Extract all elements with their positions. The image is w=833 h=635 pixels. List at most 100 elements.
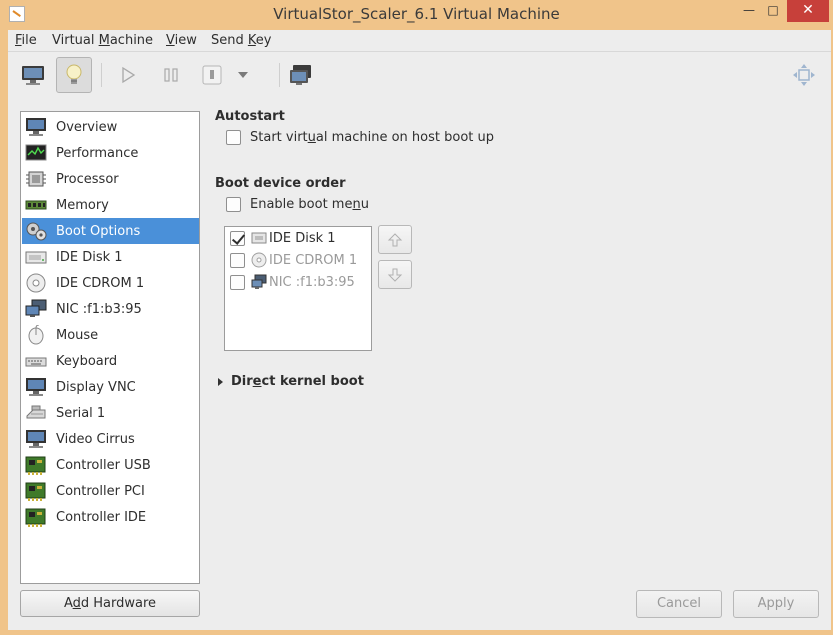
boot-device-row[interactable]: IDE CDROM 1 — [230, 250, 357, 270]
boot-device-checkbox[interactable] — [230, 230, 245, 246]
arrow-down-icon — [387, 268, 403, 282]
sidebar-item-processor[interactable]: Processor — [22, 166, 199, 192]
boot-order-title: Boot device order — [215, 176, 346, 191]
direct-kernel-boot-expander[interactable]: Direct kernel boot — [218, 374, 364, 389]
hardware-list[interactable]: Overview Performance Processor Memory Boot O… — [20, 111, 200, 584]
sidebar-item-nic-f1-b3-95[interactable]: NIC :f1:b3:95 — [22, 296, 199, 322]
boot-device-row[interactable]: NIC :f1:b3:95 — [230, 272, 355, 292]
network-icon — [251, 274, 267, 289]
run-button[interactable] — [110, 57, 146, 93]
monitor-icon — [22, 66, 44, 85]
sidebar-item-label: Display VNC — [56, 379, 136, 395]
fullscreen-icon — [793, 64, 815, 86]
sidebar-item-controller-pci[interactable]: Controller PCI — [22, 478, 199, 504]
sidebar-item-memory[interactable]: Memory — [22, 192, 199, 218]
sidebar-item-label: Controller IDE — [56, 509, 147, 525]
power-icon — [202, 65, 222, 85]
boot-device-label: IDE CDROM 1 — [269, 252, 358, 268]
sidebar-item-label: Overview — [56, 119, 118, 135]
sidebar-item-display-vnc[interactable]: Display VNC — [22, 374, 199, 400]
sidebar-item-label: Processor — [56, 171, 119, 187]
boot-menu-checkbox[interactable] — [226, 197, 241, 212]
performance-icon — [25, 143, 47, 163]
close-button[interactable]: ✕ — [787, 0, 829, 22]
monitor-icon — [25, 117, 47, 137]
play-icon — [122, 66, 136, 84]
boot-menu-label: Enable boot menu — [250, 197, 369, 212]
sidebar-item-overview[interactable]: Overview — [22, 114, 199, 140]
boot-device-row[interactable]: IDE Disk 1 — [230, 228, 336, 248]
apply-button[interactable]: Apply — [733, 590, 819, 618]
window-title: VirtualStor_Scaler_6.1 Virtual Machine — [273, 5, 560, 23]
mouse-icon — [25, 324, 47, 345]
toolbar-separator — [101, 63, 102, 87]
sidebar-item-label: Boot Options — [56, 223, 141, 239]
memory-icon — [25, 195, 47, 215]
autostart-checkbox-row[interactable]: Start virtual machine on host boot up — [226, 130, 494, 145]
expander-arrow-icon — [218, 377, 223, 386]
sidebar-item-label: Memory — [56, 197, 109, 213]
lightbulb-icon — [66, 64, 82, 84]
controller-icon — [25, 455, 47, 475]
boot-device-checkbox[interactable] — [230, 274, 245, 290]
move-up-button[interactable] — [378, 225, 412, 254]
network-icon — [25, 299, 47, 319]
boot-device-list[interactable]: IDE Disk 1 IDE CDROM 1 NIC :f1:b3:95 — [224, 226, 372, 351]
sidebar-item-ide-disk-1[interactable]: IDE Disk 1 — [22, 244, 199, 270]
toolbar — [8, 53, 831, 99]
cdrom-icon — [25, 273, 47, 293]
sidebar-item-ide-cdrom-1[interactable]: IDE CDROM 1 — [22, 270, 199, 296]
boot-options-icon — [25, 221, 47, 241]
move-down-button[interactable] — [378, 260, 412, 289]
autostart-title: Autostart — [215, 109, 285, 124]
disk-icon — [25, 247, 47, 267]
sidebar-item-label: Keyboard — [56, 353, 118, 369]
direct-kernel-boot-label: Direct kernel boot — [231, 374, 364, 389]
sidebar-item-keyboard[interactable]: Keyboard — [22, 348, 199, 374]
console-button[interactable] — [15, 57, 51, 93]
sidebar-item-boot-options[interactable]: Boot Options — [22, 218, 199, 244]
sidebar-item-label: IDE Disk 1 — [56, 249, 123, 265]
shutdown-menu-button[interactable] — [233, 57, 253, 93]
boot-menu-checkbox-row[interactable]: Enable boot menu — [226, 197, 369, 212]
menu-view[interactable]: View — [166, 33, 197, 48]
autostart-checkbox[interactable] — [226, 130, 241, 145]
boot-device-checkbox[interactable] — [230, 252, 245, 268]
details-button[interactable] — [56, 57, 92, 93]
autostart-label: Start virtual machine on host boot up — [250, 130, 494, 145]
display-icon — [25, 377, 47, 397]
shutdown-button[interactable] — [194, 57, 230, 93]
dropdown-arrow-icon — [238, 72, 248, 78]
boot-device-label: IDE Disk 1 — [269, 230, 336, 246]
title-bar[interactable]: VirtualStor_Scaler_6.1 Virtual Machine —… — [0, 0, 833, 30]
processor-icon — [25, 169, 47, 189]
menu-virtual-machine[interactable]: Virtual Machine — [52, 33, 153, 48]
arrow-up-icon — [387, 232, 403, 246]
controller-icon — [25, 481, 47, 501]
boot-device-label: NIC :f1:b3:95 — [269, 274, 355, 290]
fullscreen-button[interactable] — [786, 57, 822, 93]
pause-button[interactable] — [153, 57, 189, 93]
sidebar-item-mouse[interactable]: Mouse — [22, 322, 199, 348]
minimize-button[interactable]: — — [736, 0, 762, 22]
window-client: File Virtual Machine View Send Key Overv… — [8, 30, 831, 630]
menu-send-key[interactable]: Send Key — [211, 33, 271, 48]
sidebar-item-label: Controller USB — [56, 457, 151, 473]
sidebar-item-video-cirrus[interactable]: Video Cirrus — [22, 426, 199, 452]
maximize-button[interactable]: □ — [760, 0, 786, 22]
sidebar-item-serial-1[interactable]: Serial 1 — [22, 400, 199, 426]
cdrom-icon — [251, 252, 267, 268]
menu-bar: File Virtual Machine View Send Key — [8, 30, 831, 52]
sidebar-item-label: Mouse — [56, 327, 99, 343]
sidebar-item-label: Serial 1 — [56, 405, 106, 421]
screenshot-button[interactable] — [283, 57, 319, 93]
pause-icon — [164, 68, 178, 82]
sidebar-item-controller-ide[interactable]: Controller IDE — [22, 504, 199, 530]
cancel-button[interactable]: Cancel — [636, 590, 722, 618]
sidebar-item-performance[interactable]: Performance — [22, 140, 199, 166]
add-hardware-button[interactable]: Add Hardware — [20, 590, 200, 617]
controller-icon — [25, 507, 47, 527]
sidebar-item-controller-usb[interactable]: Controller USB — [22, 452, 199, 478]
menu-file[interactable]: File — [15, 33, 37, 48]
sidebar-item-label: Performance — [56, 145, 139, 161]
